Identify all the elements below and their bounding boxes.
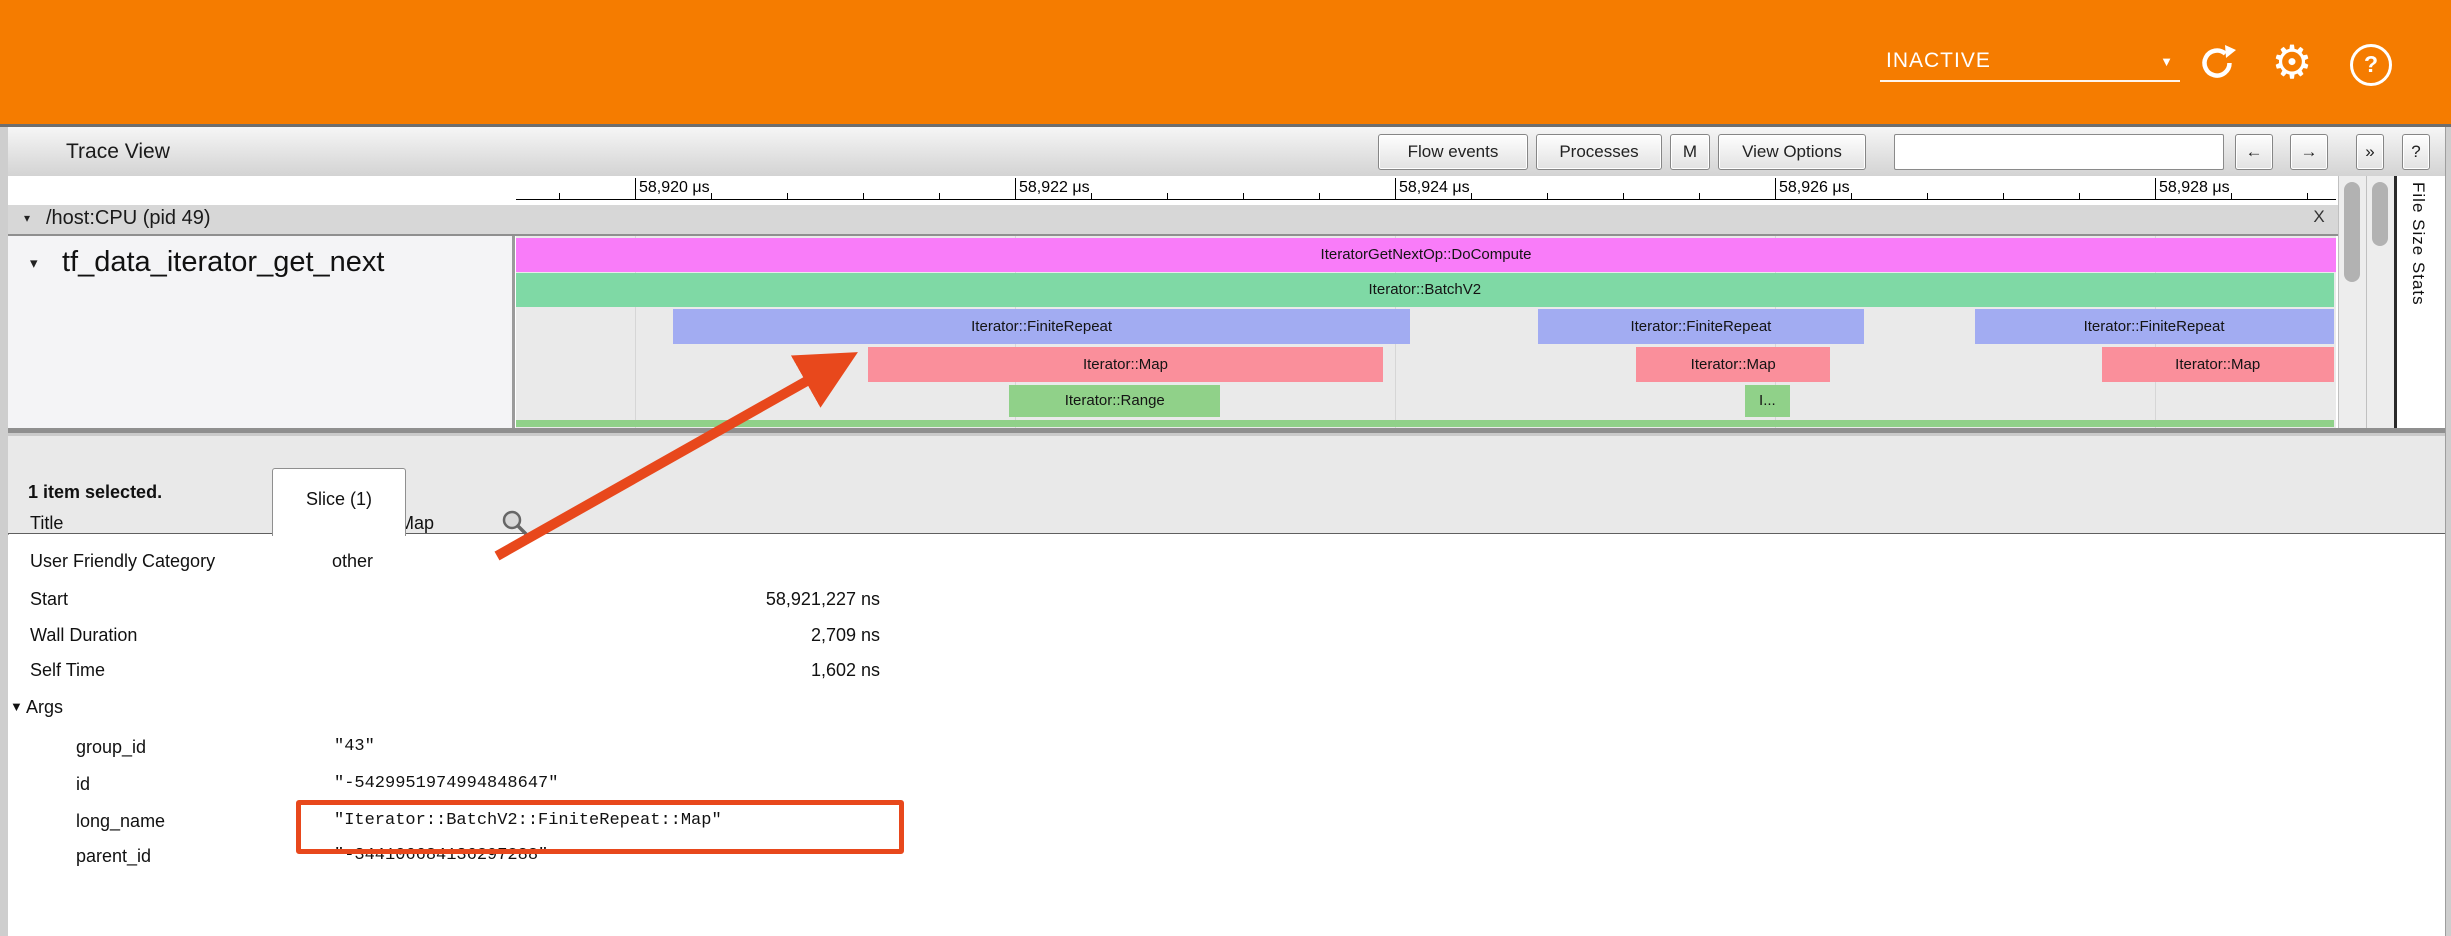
more-tools-button[interactable]: » [2356,134,2384,170]
detail-value-wall-duration: 2,709 ns [811,625,880,646]
ruler-tick-label: 58,928 μs [2159,179,2230,197]
trace-slice-strip[interactable] [516,420,2334,427]
arg-name-id: id [76,774,90,795]
tab-slice[interactable]: Slice (1) [272,468,406,536]
toolbar-button-flow-events[interactable]: Flow events [1378,134,1528,170]
trace-slice-iterator-map[interactable]: Iterator::Map [2102,347,2334,382]
trace-slice-i[interactable]: I... [1745,385,1791,417]
top-header-bar: INACTIVE ▼ ⚙ ? [0,0,2451,124]
toolbar-button-view-options[interactable]: View Options [1718,134,1866,170]
ruler-major-tick [1395,178,1396,199]
arg-name-group-id: group_id [76,737,146,758]
detail-label-wall-duration: Wall Duration [30,625,137,646]
process-row-host-cpu[interactable] [8,205,2338,236]
ruler-baseline [516,199,2336,200]
toolbar-button-processes[interactable]: Processes [1536,134,1662,170]
trace-viewer-window: { "header": { "bg": "#f57c00", "status_v… [0,0,2451,936]
selection-summary: 1 item selected. [28,482,162,503]
detail-value-user-friendly-category: other [332,551,373,572]
arg-value-id: "-5429951974994848647" [334,774,558,793]
search-input[interactable] [1894,134,2224,170]
track-label: tf_data_iterator_get_next [62,246,384,279]
scrollbar-thumb[interactable] [2372,182,2388,246]
trace-slice-iteratorgetnextop-docompute[interactable]: IteratorGetNextOp::DoCompute [516,238,2336,272]
detail-label-title: Title [30,513,63,534]
arg-value-group-id: "43" [334,737,375,756]
detail-label-start: Start [30,589,68,610]
panel-title: Trace View [66,140,170,164]
ruler-tick-label: 58,926 μs [1779,179,1850,197]
detail-label-user-friendly-category: User Friendly Category [30,551,215,572]
arg-name-parent-id: parent_id [76,846,151,867]
status-dropdown-value: INACTIVE [1886,49,1991,73]
close-icon[interactable]: X [2308,205,2330,229]
trace-slice-iterator-range[interactable]: Iterator::Range [1009,385,1220,417]
status-dropdown[interactable]: INACTIVE ▼ [1880,42,2180,82]
arg-name-long-name: long_name [76,811,165,832]
details-body [8,535,2445,936]
ruler-tick-label: 58,924 μs [1399,179,1470,197]
scrollbar-thumb[interactable] [2344,182,2360,282]
trace-canvas[interactable]: IteratorGetNextOp::DoComputeIterator::Ba… [516,236,2336,428]
trace-slice-iterator-map[interactable]: Iterator::Map [868,347,1383,382]
detail-label-self-time: Self Time [30,660,105,681]
detail-value-start: 58,921,227 ns [766,589,880,610]
trace-slice-iterator-batchv2[interactable]: Iterator::BatchV2 [516,273,2334,307]
args-section-label: Args [26,697,63,718]
magnifier-icon[interactable] [500,508,530,538]
side-panel-label: File Size Stats [2408,182,2428,306]
toolbar-help-button[interactable]: ? [2402,134,2430,170]
gear-icon[interactable]: ⚙ [2266,36,2318,88]
highlight-box-annotation [296,800,904,854]
args-collapse-triangle-icon[interactable]: ▼ [10,699,23,714]
collapse-triangle-icon[interactable]: ▾ [24,211,30,225]
ruler-tick-label: 58,920 μs [639,179,710,197]
ruler-major-tick [635,178,636,199]
help-icon[interactable]: ? [2350,44,2392,86]
refresh-icon[interactable] [2196,42,2238,84]
trace-slice-iterator-map[interactable]: Iterator::Map [1636,347,1830,382]
time-ruler [8,176,2338,205]
ruler-major-tick [1775,178,1776,199]
trace-slice-iterator-finiterepeat[interactable]: Iterator::FiniteRepeat [1538,309,1865,344]
collapse-triangle-icon[interactable]: ▾ [30,254,38,272]
process-label: /host:CPU (pid 49) [46,207,211,230]
ruler-major-tick [1015,178,1016,199]
ruler-major-tick [2155,178,2156,199]
trace-slice-iterator-finiterepeat[interactable]: Iterator::FiniteRepeat [1975,309,2334,344]
pan-right-button[interactable]: → [2290,134,2328,170]
window-right-border [2445,127,2451,936]
chevron-down-icon: ▼ [2160,54,2174,69]
pan-left-button[interactable]: ← [2235,134,2273,170]
toolbar-button-m[interactable]: M [1670,134,1710,170]
detail-value-self-time: 1,602 ns [811,660,880,681]
ruler-tick-label: 58,922 μs [1019,179,1090,197]
trace-slice-iterator-finiterepeat[interactable]: Iterator::FiniteRepeat [673,309,1410,344]
